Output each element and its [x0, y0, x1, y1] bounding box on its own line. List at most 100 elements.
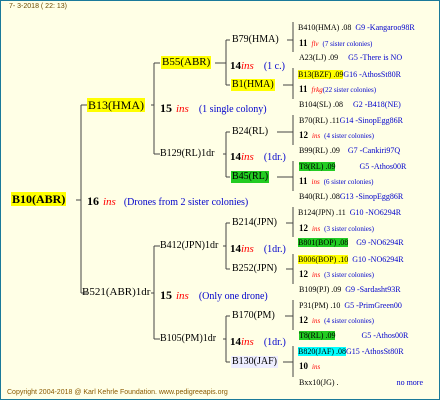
gen2-inbreeding-3: 14ins (1dr.): [230, 333, 286, 349]
gen1-ins-1: ins: [176, 290, 189, 302]
pedigree-canvas: 7- 3-2018 ( 22: 13) B10(ABR) 16 ins (Dro…: [0, 0, 440, 400]
root-inbreeding-value: 16: [87, 194, 99, 208]
gen2-bee-2[interactable]: B412(JPN)1dr: [159, 240, 219, 252]
gen4-mid-4: 12: [299, 223, 308, 233]
gen3-bee-7[interactable]: B130(JAF): [231, 356, 279, 368]
gen4-mid-2: 12: [299, 130, 308, 140]
gen3-bee-3[interactable]: B45(RL): [231, 171, 270, 183]
gen4-row-bot-2: B99(RL) .09 G7 -Cankiri97Q: [299, 141, 400, 157]
gen4-mid-5: 12: [299, 269, 308, 279]
gen1-inb-0: 15: [160, 101, 172, 115]
gen4-mid-desc-0: (7 sister colonies): [322, 40, 373, 48]
gen2-ins-0: ins: [241, 60, 254, 72]
gen4-row-bot-0: A23(LJ) .09 G5 -There is NO: [299, 48, 402, 64]
gen4-bot-b-4: G9 -NO6294R: [356, 238, 404, 247]
gen4-bot-4[interactable]: B801(BOP) .08: [298, 238, 349, 247]
gen2-inbreeding-0: 14ins (1 c.): [230, 57, 285, 73]
gen4-row-bot-3: B40(RL) .08G13 -SinopEgg86R: [299, 187, 403, 203]
gen4-mid-7: 10: [299, 361, 308, 371]
gen4-mid-ins-4: ins: [312, 225, 321, 233]
gen1-inb-1: 15: [160, 288, 172, 302]
gen4-row-top-2: B70(RL) .11G14 -SinopEgg86R: [299, 111, 403, 127]
gen4-mid-desc-5: (3 sister colonies): [324, 271, 374, 279]
gen4-bot-0[interactable]: A23(LJ) .09: [299, 53, 338, 62]
gen4-top-b-2: G14 -SinopEgg86R: [339, 116, 403, 125]
gen4-row-top-5: B006(BOP) .10 G10 -NO6294R: [298, 250, 404, 266]
gen1-bee-1[interactable]: B521(ABR)1dr: [81, 286, 151, 299]
gen4-row-top-1: B13(BZF) .09G16 -AthosSt80R: [298, 65, 401, 81]
gen2-bee-1[interactable]: B129(RL)1dr: [159, 148, 215, 160]
gen4-mid-ins-5: ins: [312, 271, 321, 279]
gen4-bot-5[interactable]: B109(PJ) .09: [299, 285, 341, 294]
root-inbreeding: 16 ins (Drones from 2 sister colonies): [87, 193, 248, 209]
gen4-row-mid-5: 12 ins (3 sister colonies): [299, 265, 374, 281]
gen4-top-0[interactable]: B410(HMA) .08: [298, 23, 351, 32]
gen3-bee-4[interactable]: B214(JPN): [231, 217, 278, 229]
gen4-mid-ins-1: frkg: [311, 86, 323, 94]
gen4-mid-ins-3: ins: [311, 178, 320, 186]
gen3-bee-0[interactable]: B79(HMA): [231, 34, 280, 46]
gen4-bot-3[interactable]: B40(RL) .08: [299, 192, 340, 201]
gen1-desc-0: (1 single colony): [198, 104, 267, 115]
gen4-mid-0: 11: [299, 38, 308, 48]
gen4-mid-desc-6: (4 sister colonies): [324, 317, 374, 325]
timestamp: 7- 3-2018 ( 22: 13): [9, 3, 67, 10]
gen1-inbreeding-1: 15 ins (Only one drone): [160, 287, 268, 303]
gen4-row-mid-2: 12 ins (4 sister colonies): [299, 126, 374, 142]
gen4-top-5[interactable]: B006(BOP) .10: [298, 255, 349, 264]
gen4-bot-b-7: no more: [396, 378, 423, 387]
copyright-footer: Copyright 2004-2018 @ Karl Kehrle Founda…: [7, 389, 228, 396]
gen4-bot-b-5: G9 -Sardasht93R: [345, 285, 401, 294]
gen4-mid-ins-7: ins: [312, 363, 321, 371]
gen4-row-top-4: B124(JPN) .11 G10 -NO6294R: [298, 203, 401, 219]
gen4-top-b-3: G5 -Athos00R: [359, 162, 407, 171]
gen4-top-b-7: G15 -AthosSt80R: [346, 347, 404, 356]
gen4-top-4[interactable]: B124(JPN) .11: [298, 208, 346, 217]
gen2-inb-1: 14: [230, 151, 241, 163]
gen4-bot-b-1: G2 -B418(NE): [353, 100, 401, 109]
gen4-top-b-0: G9 -Kangaroo98R: [355, 23, 415, 32]
gen4-bot-b-3: G13 -SinopEgg86R: [339, 192, 404, 201]
gen4-mid-3: 11: [299, 176, 308, 186]
gen4-row-mid-1: 11 frkg(22 sister colonies): [299, 80, 376, 96]
gen4-row-top-7: B820(JAF) .08G15 -AthosSt80R: [298, 342, 404, 358]
gen1-bee-0[interactable]: B13(HMA): [87, 98, 145, 112]
gen4-top-b-5: G10 -NO6294R: [352, 255, 404, 264]
gen4-mid-ins-2: ins: [312, 132, 321, 140]
gen4-row-bot-5: B109(PJ) .09 G9 -Sardasht93R: [299, 280, 401, 296]
gen4-mid-desc-2: (4 sister colonies): [324, 132, 374, 140]
gen2-inb-2: 14: [230, 243, 241, 255]
gen4-bot-b-2: G7 -Cankiri97Q: [347, 146, 401, 155]
gen3-bee-1[interactable]: B1(HMA): [231, 79, 275, 91]
gen3-bee-5[interactable]: B252(JPN): [231, 263, 278, 275]
gen4-top-b-1: G16 -AthosSt80R: [343, 70, 401, 79]
gen2-bee-3[interactable]: B105(PM)1dr: [159, 333, 217, 345]
root-bee[interactable]: B10(ABR): [11, 192, 67, 206]
gen1-inbreeding-0: 15 ins (1 single colony): [160, 100, 267, 116]
gen4-top-7[interactable]: B820(JAF) .08: [298, 347, 347, 356]
gen4-mid-1: 11: [299, 84, 308, 94]
gen4-bot-7[interactable]: Bxx10(JG) .: [299, 378, 339, 387]
gen3-bee-2[interactable]: B24(RL): [231, 126, 269, 138]
gen4-top-2[interactable]: B70(RL) .11: [299, 116, 340, 125]
gen4-top-1[interactable]: B13(BZF) .09: [298, 70, 344, 79]
gen2-desc-3: (1dr.): [263, 337, 286, 348]
gen4-row-bot-1: B104(SL) .08 G2 -B418(NE): [299, 95, 401, 111]
gen4-bot-6[interactable]: T8(RL) .09: [299, 331, 336, 340]
gen2-bee-0[interactable]: B55(ABR): [161, 56, 212, 69]
gen4-bot-1[interactable]: B104(SL) .08: [299, 100, 343, 109]
gen4-mid-6: 12: [299, 315, 308, 325]
gen2-desc-2: (1dr.): [263, 244, 286, 255]
gen4-row-bot-6: T8(RL) .09 G5 -Athos00R: [299, 326, 408, 342]
gen2-inbreeding-1: 14ins (1dr.): [230, 148, 286, 164]
gen2-desc-0: (1 c.): [263, 61, 285, 72]
gen4-mid-desc-3: (6 sister colonies): [323, 178, 374, 186]
gen3-bee-6[interactable]: B170(PM): [231, 310, 276, 322]
gen4-top-6[interactable]: P31(PM) .10: [299, 301, 340, 310]
gen4-bot-2[interactable]: B99(RL) .09: [299, 146, 340, 155]
gen4-top-b-6: G5 -PrimGreen00: [344, 301, 402, 310]
root-desc: (Drones from 2 sister colonies): [123, 197, 249, 208]
gen2-inb-0: 14: [230, 60, 241, 72]
root-inbreeding-unit: ins: [103, 196, 116, 208]
gen4-top-3[interactable]: T8(RL) .09: [299, 162, 336, 171]
